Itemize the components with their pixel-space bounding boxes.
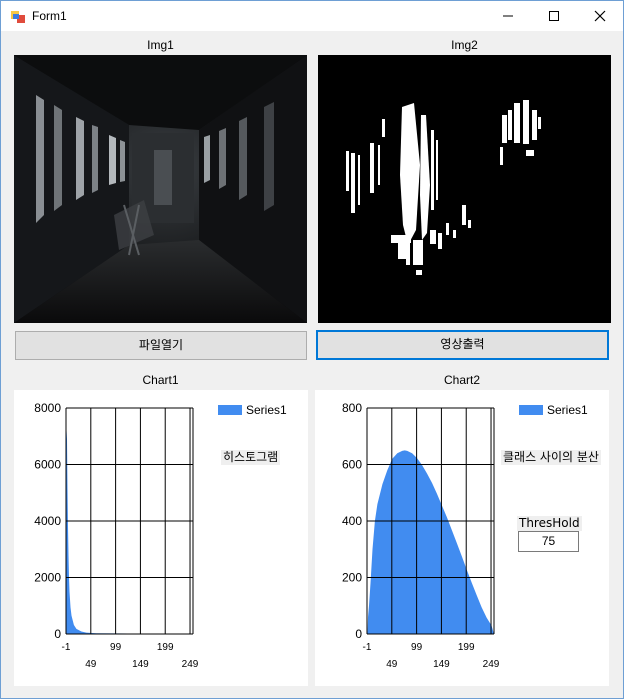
show-image-button[interactable]: 영상출력 xyxy=(316,330,609,360)
img1-picturebox xyxy=(14,55,307,323)
window-title: Form1 xyxy=(32,9,67,23)
legend-label: Series1 xyxy=(547,403,588,417)
title-bar[interactable]: Form1 xyxy=(1,1,623,31)
x-tick-label: 199 xyxy=(157,642,174,653)
y-tick-label: 600 xyxy=(342,458,362,472)
y-tick-label: 6000 xyxy=(34,458,61,472)
img1-caption: Img1 xyxy=(147,38,174,52)
y-tick-label: 8000 xyxy=(34,401,61,415)
minimize-icon xyxy=(503,15,513,17)
x-tick-label: 149 xyxy=(433,659,450,670)
x-tick-label: 149 xyxy=(132,659,149,670)
chart1-panel: 0 2000 4000 6000 8000 -1 49 99 149 199 249 Series1 … xyxy=(14,390,308,686)
histogram-chart: 0 2000 4000 6000 8000 -1 49 99 149 199 249 Series1 xyxy=(34,401,287,670)
open-file-button[interactable]: 파일열기 xyxy=(15,331,307,360)
legend-label: Series1 xyxy=(246,403,287,417)
close-button[interactable] xyxy=(577,1,623,31)
histogram-label: 히스토그램 xyxy=(221,450,281,465)
x-tick-label: 199 xyxy=(458,642,475,653)
variance-label: 클래스 사이의 분산 xyxy=(501,450,601,465)
app-icon xyxy=(11,9,25,23)
x-tick-label: 49 xyxy=(85,659,97,670)
chart2-caption: Chart2 xyxy=(443,373,481,387)
series-area xyxy=(66,430,193,634)
y-tick-label: 0 xyxy=(355,627,362,641)
x-tick-label: 249 xyxy=(182,659,199,670)
close-icon xyxy=(594,10,606,22)
form-client-area: Img1 Img2 파일열기 영상출력 Chart1 Chart2 0 2000… xyxy=(1,31,623,698)
y-tick-label: 0 xyxy=(54,627,61,641)
maximize-icon xyxy=(549,11,559,21)
corridor-image xyxy=(14,55,307,323)
x-tick-label: 249 xyxy=(483,659,500,670)
legend-swatch xyxy=(519,405,543,415)
series-area xyxy=(367,450,494,634)
y-tick-label: 4000 xyxy=(34,514,61,528)
x-tick-label: 99 xyxy=(110,642,122,653)
threshold-label: ThresHold xyxy=(517,516,582,531)
maximize-button[interactable] xyxy=(531,1,577,31)
y-tick-label: 800 xyxy=(342,401,362,415)
x-tick-label: 99 xyxy=(411,642,423,653)
x-tick-label: 49 xyxy=(386,659,398,670)
y-tick-label: 200 xyxy=(342,571,362,585)
x-tick-label: -1 xyxy=(62,642,71,653)
img2-picturebox xyxy=(318,55,611,323)
minimize-button[interactable] xyxy=(485,1,531,31)
y-tick-label: 2000 xyxy=(34,571,61,585)
legend-swatch xyxy=(218,405,242,415)
threshold-value-field[interactable]: 75 xyxy=(518,531,579,552)
y-tick-label: 400 xyxy=(342,514,362,528)
img2-caption: Img2 xyxy=(451,38,478,52)
chart1-caption: Chart1 xyxy=(142,373,179,387)
chart2-panel: 0 200 400 600 800 -1 49 99 149 199 249 Series1 클래스 … xyxy=(315,390,609,686)
threshold-image xyxy=(318,55,611,323)
form-window: Form1 Img1 Img2 파일열기 영상출력 Chart1 Chart2 … xyxy=(0,0,624,699)
x-tick-label: -1 xyxy=(363,642,372,653)
